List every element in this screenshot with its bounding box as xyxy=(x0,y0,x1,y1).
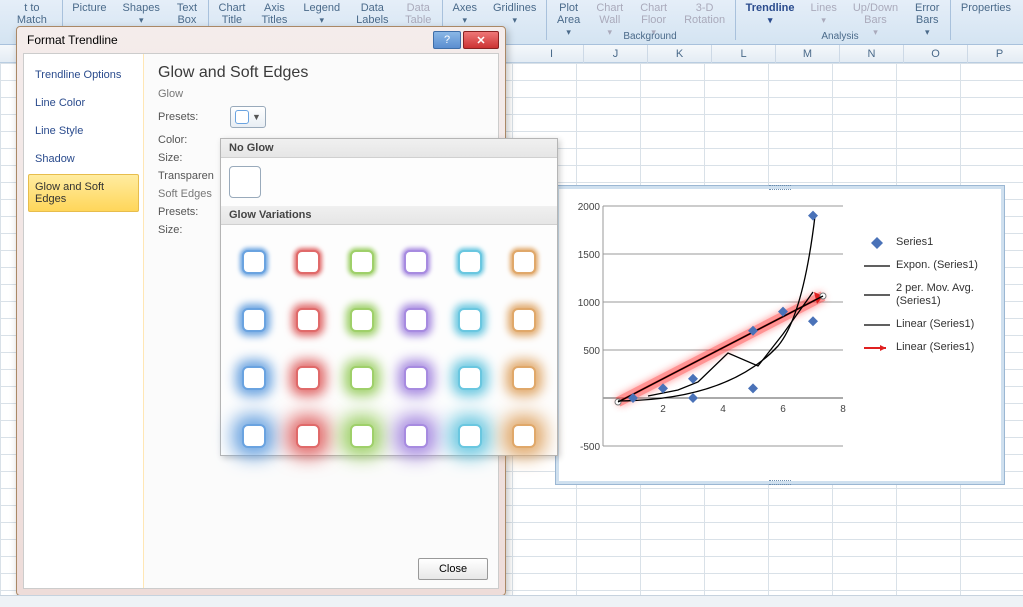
glow-section-label: Glow xyxy=(158,88,484,100)
column-header[interactable]: J xyxy=(584,45,648,63)
column-header[interactable]: K xyxy=(648,45,712,63)
ribbon-text-box[interactable]: Text Box xyxy=(168,0,206,26)
glow-option[interactable] xyxy=(391,293,441,347)
svg-text:1000: 1000 xyxy=(578,298,601,309)
glow-option[interactable] xyxy=(499,351,549,405)
glow-option[interactable] xyxy=(391,351,441,405)
ribbon-legend[interactable]: Legend▾ xyxy=(295,0,348,26)
ribbon-data-table: Data Table▾ xyxy=(397,0,440,26)
glow-option[interactable] xyxy=(229,293,279,347)
dialog-nav: Trendline OptionsLine ColorLine StyleSha… xyxy=(24,54,144,588)
column-header[interactable]: N xyxy=(840,45,904,63)
ribbon-chart-title[interactable]: Chart Title▾ xyxy=(211,0,254,26)
ribbon-data-labels[interactable]: Data Labels▾ xyxy=(348,0,396,26)
glow-option[interactable] xyxy=(283,293,333,347)
flyout-noglow-header: No Glow xyxy=(221,139,557,158)
ribbon-chart-wall: Chart Wall▾ xyxy=(588,0,631,26)
legend-movavg[interactable]: 2 per. Mov. Avg. (Series1) xyxy=(864,282,994,308)
nav-trendline-options[interactable]: Trendline Options xyxy=(28,62,139,88)
legend-expon[interactable]: Expon. (Series1) xyxy=(864,259,994,272)
column-header[interactable]: P xyxy=(968,45,1023,63)
dialog-title: Format Trendline xyxy=(27,33,118,47)
chart-handle-top[interactable] xyxy=(769,185,791,190)
nav-glow-and-soft-edges[interactable]: Glow and Soft Edges xyxy=(28,174,139,212)
legend-linear[interactable]: Linear (Series1) xyxy=(864,318,994,331)
glow-option[interactable] xyxy=(445,293,495,347)
data-point[interactable] xyxy=(808,316,818,326)
svg-text:4: 4 xyxy=(720,404,726,415)
content-heading: Glow and Soft Edges xyxy=(158,64,484,82)
ribbon-3d-rotation: 3-D Rotation xyxy=(676,0,733,26)
chart-plot[interactable]: 2000 1500 1000 500 -500 2 4 6 8 xyxy=(568,196,848,456)
glow-option[interactable] xyxy=(499,235,549,289)
ribbon-match-style[interactable]: t to Match Style xyxy=(4,0,60,26)
ribbon-group-background: Background xyxy=(600,31,700,42)
glow-option[interactable] xyxy=(445,409,495,463)
svg-text:500: 500 xyxy=(583,346,600,357)
glow-option[interactable] xyxy=(337,351,387,405)
ribbon-axis-titles[interactable]: Axis Titles▾ xyxy=(253,0,295,26)
ribbon-picture[interactable]: Picture xyxy=(64,0,114,26)
glow-option[interactable] xyxy=(391,409,441,463)
glow-option[interactable] xyxy=(337,409,387,463)
ribbon-lines: Lines▾ xyxy=(803,0,845,26)
glow-option[interactable] xyxy=(229,235,279,289)
glow-option[interactable] xyxy=(283,409,333,463)
data-point[interactable] xyxy=(688,393,698,403)
glow-option[interactable] xyxy=(229,351,279,405)
glow-option[interactable] xyxy=(499,409,549,463)
close-button[interactable]: Close xyxy=(418,558,488,580)
glow-option[interactable] xyxy=(337,235,387,289)
ribbon-plot-area[interactable]: Plot Area▾ xyxy=(549,0,588,26)
ribbon-gridlines[interactable]: Gridlines▾ xyxy=(485,0,544,26)
glow-option[interactable] xyxy=(337,293,387,347)
nav-line-style[interactable]: Line Style xyxy=(28,118,139,144)
ribbon-properties[interactable]: Properties xyxy=(953,0,1019,26)
chart-handle-bottom[interactable] xyxy=(769,480,791,485)
glow-option[interactable] xyxy=(283,351,333,405)
ribbon-error-bars[interactable]: Error Bars▾ xyxy=(906,0,948,26)
glow-option[interactable] xyxy=(229,409,279,463)
legend-series1[interactable]: Series1 xyxy=(864,236,994,249)
close-icon[interactable]: ✕ xyxy=(463,31,499,49)
ribbon-trendline[interactable]: Trendline▾ xyxy=(738,0,803,26)
ribbon-chart-floor: Chart Floor▾ xyxy=(631,0,676,26)
glow-option[interactable] xyxy=(283,235,333,289)
nav-line-color[interactable]: Line Color xyxy=(28,90,139,116)
flyout-variations-header: Glow Variations xyxy=(221,206,557,225)
help-button[interactable]: ? xyxy=(433,31,461,49)
glow-option[interactable] xyxy=(445,351,495,405)
legend-linear2[interactable]: Linear (Series1) xyxy=(864,341,994,354)
svg-text:2000: 2000 xyxy=(578,202,601,213)
column-header[interactable]: L xyxy=(712,45,776,63)
ribbon-shapes[interactable]: Shapes▾ xyxy=(115,0,168,26)
svg-text:6: 6 xyxy=(780,404,786,415)
svg-text:-500: -500 xyxy=(580,442,600,453)
sheet-tab-bar[interactable] xyxy=(0,595,1023,607)
column-header[interactable]: I xyxy=(520,45,584,63)
presets-label: Presets: xyxy=(158,111,230,123)
glow-option[interactable] xyxy=(445,235,495,289)
column-header[interactable]: O xyxy=(904,45,968,63)
chart-object[interactable]: 2000 1500 1000 500 -500 2 4 6 8 xyxy=(555,185,1005,485)
data-point[interactable] xyxy=(808,211,818,221)
svg-text:2: 2 xyxy=(660,404,666,415)
glow-option[interactable] xyxy=(391,235,441,289)
svg-text:8: 8 xyxy=(840,404,846,415)
glow-presets-dropdown[interactable]: ▼ xyxy=(230,106,266,128)
svg-text:1500: 1500 xyxy=(578,250,601,261)
data-point[interactable] xyxy=(748,383,758,393)
no-glow-option[interactable] xyxy=(229,166,261,198)
ribbon-group-analysis: Analysis xyxy=(790,31,890,42)
glow-option[interactable] xyxy=(499,293,549,347)
nav-shadow[interactable]: Shadow xyxy=(28,146,139,172)
ribbon-axes[interactable]: Axes▾ xyxy=(445,0,485,26)
dialog-titlebar[interactable]: Format Trendline ? ✕ xyxy=(17,27,505,53)
ribbon-updown-bars: Up/Down Bars▾ xyxy=(845,0,906,26)
column-header[interactable]: M xyxy=(776,45,840,63)
chart-legend[interactable]: Series1 Expon. (Series1) 2 per. Mov. Avg… xyxy=(864,226,994,364)
glow-presets-flyout: No Glow Glow Variations xyxy=(220,138,558,456)
